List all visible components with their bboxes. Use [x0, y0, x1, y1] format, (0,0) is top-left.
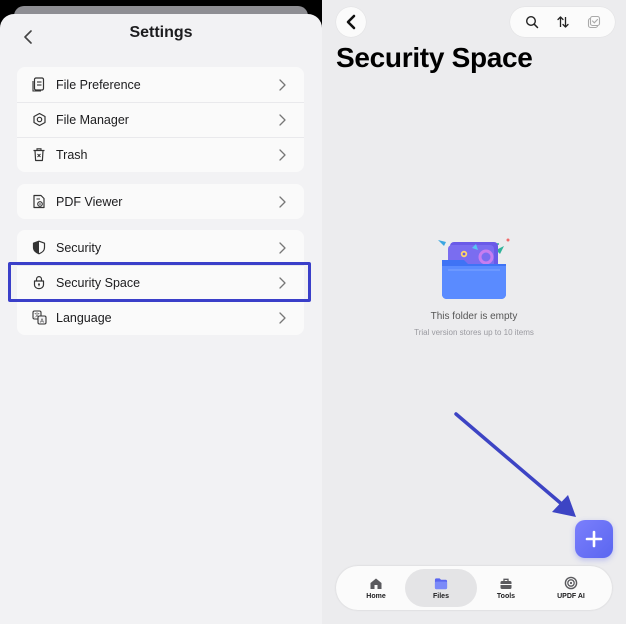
settings-item-security[interactable]: Security [17, 230, 304, 265]
home-icon [369, 576, 383, 590]
settings-item-label: File Preference [56, 77, 141, 92]
plus-icon [585, 530, 603, 548]
settings-item-label: Security [56, 240, 102, 255]
annotation-arrow [454, 412, 576, 517]
tab-updf-ai[interactable]: UPDF AI [539, 569, 603, 607]
chevron-left-icon [346, 14, 356, 30]
chevron-right-icon [274, 147, 290, 163]
tab-bar: Home Files Tools UPDF AI [336, 566, 612, 610]
folder-icon [434, 576, 448, 590]
back-button[interactable] [336, 7, 366, 37]
lock-icon [31, 275, 47, 291]
settings-item-pdf-viewer[interactable]: PDF Viewer [17, 184, 304, 219]
settings-item-label: Trash [56, 147, 88, 162]
tab-files[interactable]: Files [405, 569, 477, 607]
svg-text:A: A [40, 318, 44, 324]
empty-folder-illustration [438, 238, 510, 299]
chevron-right-icon [274, 275, 290, 291]
chevron-right-icon [274, 194, 290, 210]
chevron-right-icon [274, 112, 290, 128]
select-icon[interactable] [585, 13, 603, 31]
tab-tools[interactable]: Tools [474, 569, 538, 607]
empty-state-subtitle: Trial version stores up to 10 items [414, 328, 534, 337]
settings-item-label: Language [56, 310, 112, 325]
ai-icon [564, 576, 578, 590]
pdf-viewer-icon [31, 194, 47, 210]
file-preference-icon [31, 77, 47, 93]
settings-group-security: Security Security Space 文A Language [17, 230, 304, 335]
page-title: Security Space [336, 42, 533, 73]
settings-item-file-preference[interactable]: File Preference [17, 67, 304, 102]
add-button[interactable] [575, 520, 613, 558]
settings-item-language[interactable]: 文A Language [17, 300, 304, 335]
tab-label: Home [366, 593, 386, 600]
chevron-right-icon [274, 310, 290, 326]
tab-label: Tools [496, 593, 516, 600]
settings-sheet: Settings File Preference File Manager Tr… [0, 14, 322, 624]
file-manager-icon [31, 112, 47, 128]
settings-panel: Settings File Preference File Manager Tr… [0, 0, 322, 624]
settings-group-files: File Preference File Manager Trash [17, 67, 304, 172]
search-icon[interactable] [523, 13, 541, 31]
settings-item-file-manager[interactable]: File Manager [17, 102, 304, 137]
trash-icon [31, 147, 47, 163]
tab-label: Files [433, 593, 449, 600]
empty-state-title: This folder is empty [430, 311, 518, 322]
toolbox-icon [499, 576, 513, 590]
settings-item-security-space[interactable]: Security Space [17, 265, 304, 300]
settings-item-label: File Manager [56, 112, 129, 127]
tab-home[interactable]: Home [344, 569, 408, 607]
settings-item-label: PDF Viewer [56, 194, 123, 209]
settings-group-viewer: PDF Viewer [17, 184, 304, 219]
sort-icon[interactable] [554, 13, 572, 31]
tab-label: UPDF AI [557, 593, 585, 600]
security-space-panel: Security Space This folder is empty Tria… [322, 0, 626, 624]
settings-item-label: Security Space [56, 275, 141, 290]
page-title: Settings [129, 24, 193, 41]
settings-item-trash[interactable]: Trash [17, 137, 304, 172]
toolbar [510, 7, 615, 37]
language-icon: 文A [31, 310, 47, 326]
chevron-right-icon [274, 240, 290, 256]
shield-icon [31, 240, 47, 256]
chevron-right-icon [274, 77, 290, 93]
